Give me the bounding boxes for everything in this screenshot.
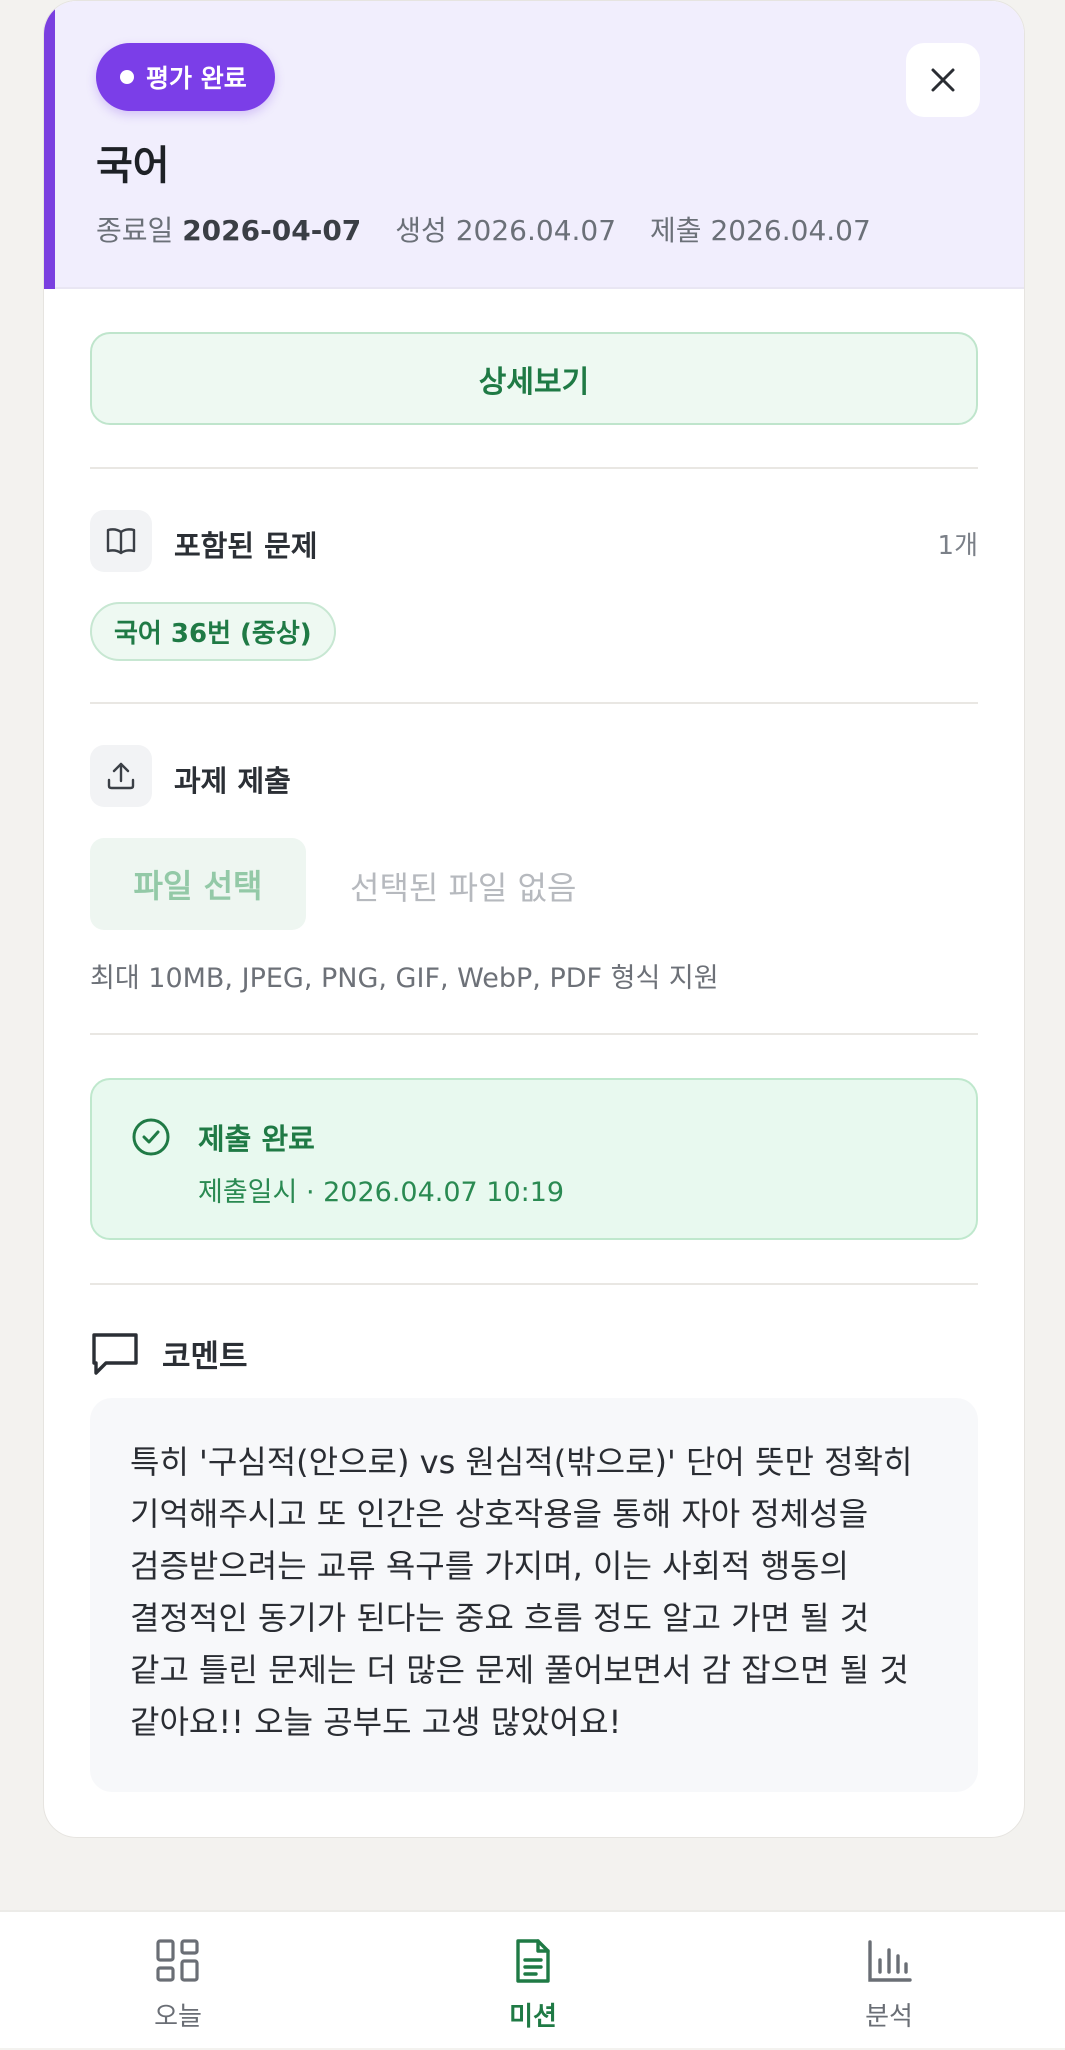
nav-today[interactable]: 오늘 (78, 1912, 278, 2050)
close-icon (931, 68, 955, 92)
document-icon (516, 1939, 550, 1983)
chat-bubble-icon (92, 1333, 138, 1375)
nav-mission-label: 미션 (509, 2002, 557, 2032)
nav-today-label: 오늘 (154, 2002, 202, 2032)
problem-count: 1개 (937, 531, 978, 561)
check-circle-icon (132, 1118, 170, 1156)
upload-title: 과제 제출 (174, 764, 291, 798)
file-status: 선택된 파일 없음 (350, 869, 577, 907)
upload-icon-box (90, 745, 152, 807)
accent-bar (44, 1, 55, 289)
detail-button[interactable]: 상세보기 (90, 332, 978, 425)
problems-icon-box (90, 510, 152, 572)
nav-analysis[interactable]: 분석 (789, 1912, 989, 2050)
book-icon (106, 528, 136, 555)
status-badge-label: 평가 완료 (146, 64, 247, 93)
meta-row: 종료일 2026-04-07 생성 2026.04.07 제출 2026.04.… (96, 209, 871, 249)
divider (90, 702, 978, 704)
divider (90, 1033, 978, 1035)
nav-analysis-label: 분석 (865, 2002, 913, 2032)
problems-title: 포함된 문제 (174, 529, 318, 563)
dot-icon (120, 70, 134, 84)
due-date-value: 2026-04-07 (182, 214, 362, 247)
created-date: 생성 2026.04.07 (395, 214, 617, 247)
comment-text: 특히 '구심적(안으로) vs 원심적(밖으로)' 단어 뜻만 정확히 기억해주… (130, 1443, 913, 1741)
card-header: 평가 완료 국어 종료일 2026-04-07 생성 2026.04.07 제출… (44, 1, 1024, 289)
bottom-nav: 오늘 미션 분석 (0, 1910, 1065, 2048)
divider (90, 1283, 978, 1285)
bar-chart-icon (868, 1940, 912, 1982)
submission-time: 제출일시 · 2026.04.07 10:19 (198, 1177, 565, 1208)
nav-mission[interactable]: 미션 (433, 1912, 633, 2050)
due-label: 종료일 (96, 214, 174, 247)
divider (90, 467, 978, 469)
page-title: 국어 (96, 143, 170, 189)
file-hint: 최대 10MB, JPEG, PNG, GIF, WebP, PDF 형식 지원 (90, 963, 719, 994)
upload-icon (107, 762, 135, 790)
problem-chip[interactable]: 국어 36번 (중상) (90, 602, 336, 661)
status-badge: 평가 완료 (96, 43, 275, 111)
due-date: 종료일 2026-04-07 (96, 209, 361, 249)
comment-title: 코멘트 (162, 1339, 248, 1375)
file-select-button[interactable]: 파일 선택 (90, 838, 306, 930)
submission-status-box: 제출 완료 제출일시 · 2026.04.07 10:19 (90, 1078, 978, 1240)
submitted-date: 제출 2026.04.07 (650, 214, 871, 247)
submission-title: 제출 완료 (198, 1122, 315, 1156)
close-button[interactable] (906, 43, 980, 117)
grid-icon (156, 1939, 199, 1982)
evaluation-card: 평가 완료 국어 종료일 2026-04-07 생성 2026.04.07 제출… (43, 0, 1025, 1838)
comment-box: 특히 '구심적(안으로) vs 원심적(밖으로)' 단어 뜻만 정확히 기억해주… (90, 1398, 978, 1792)
